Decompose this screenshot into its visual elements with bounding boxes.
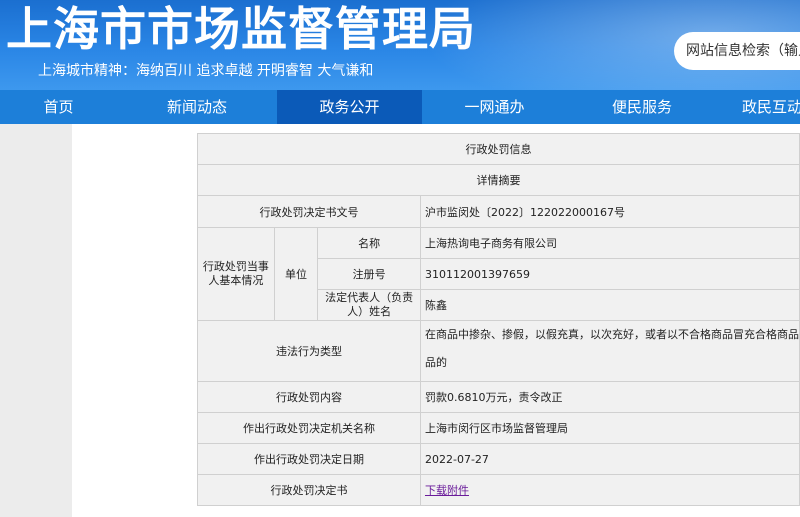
violation-type-line: 品的 [424, 356, 447, 369]
nav-item-online-services[interactable]: 一网通办 [422, 90, 567, 124]
site-title: 上海市市场监督管理局 [6, 2, 476, 56]
representative-value: 陈鑫 [419, 289, 800, 321]
city-spirit-slogan: 上海城市精神：海纳百川 追求卓越 开明睿智 大气谦和 [38, 63, 374, 79]
doc-number-value: 沪市监闵处〔2022〕122022000167号 [419, 195, 800, 228]
doc-number-label: 行政处罚决定书文号 [197, 195, 421, 228]
penalty-content-label: 行政处罚内容 [197, 381, 421, 413]
search-box[interactable] [674, 32, 800, 70]
nav-item-interaction[interactable]: 政民互动 [717, 90, 800, 124]
unit-label: 单位 [273, 227, 319, 321]
decision-date-value: 2022-07-27 [419, 443, 800, 475]
main-nav: 首页 新闻动态 政务公开 一网通办 便民服务 政民互动 [0, 90, 800, 124]
nav-item-government-affairs[interactable]: 政务公开 [277, 90, 422, 124]
registration-value: 310112001397659 [419, 258, 800, 290]
penalty-content-value: 罚款0.6810万元，责令改正 [419, 381, 800, 413]
violation-type-value: 在商品中掺杂、掺假，以假充真，以次充好，或者以不合格商品冒充合格商品 品的 [419, 320, 800, 382]
site-header: 上海市市场监督管理局 上海城市精神：海纳百川 追求卓越 开明睿智 大气谦和 [0, 0, 800, 90]
violation-type-label: 违法行为类型 [197, 320, 421, 382]
decision-date-label: 作出行政处罚决定日期 [197, 443, 421, 475]
nav-item-public-services[interactable]: 便民服务 [567, 90, 717, 124]
registration-label: 注册号 [317, 258, 421, 290]
decision-document-label: 行政处罚决定书 [197, 474, 421, 506]
search-input[interactable] [686, 41, 800, 61]
table-title: 行政处罚信息 [197, 133, 800, 165]
name-label: 名称 [317, 227, 421, 259]
violation-type-line: 在商品中掺杂、掺假，以假充真，以次充好，或者以不合格商品冒充合格商品 [424, 328, 799, 341]
nav-item-news[interactable]: 新闻动态 [117, 90, 277, 124]
representative-label: 法定代表人（负责人）姓名 [317, 289, 421, 321]
name-value: 上海热询电子商务有限公司 [419, 227, 800, 259]
authority-label: 作出行政处罚决定机关名称 [197, 412, 421, 444]
summary-header: 详情摘要 [197, 164, 800, 196]
party-info-label: 行政处罚当事人基本情况 [197, 227, 275, 321]
authority-value: 上海市闵行区市场监督管理局 [419, 412, 800, 444]
nav-item-home[interactable]: 首页 [0, 90, 117, 124]
decision-document-cell: 下载附件 [419, 474, 800, 506]
download-attachment-link[interactable]: 下载附件 [425, 484, 469, 497]
penalty-info-table: 行政处罚信息 详情摘要 行政处罚决定书文号 沪市监闵处〔2022〕1220220… [197, 133, 800, 506]
